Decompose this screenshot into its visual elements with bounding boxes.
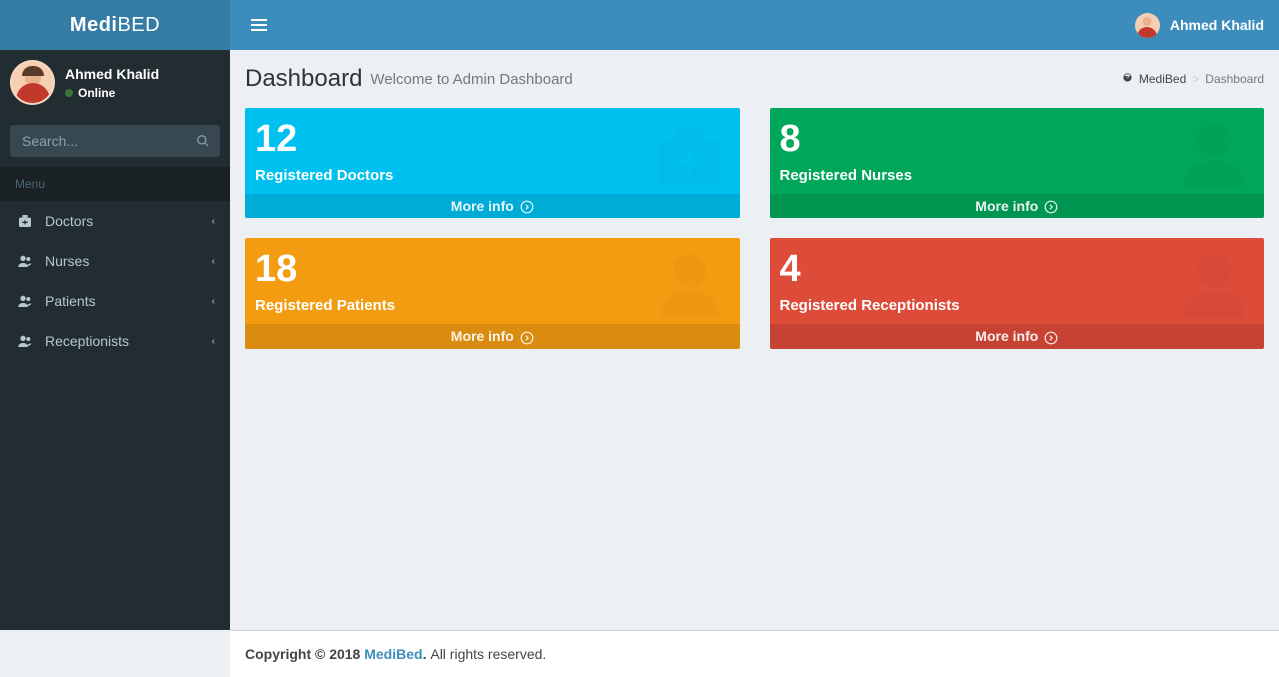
sidebar-nav: Doctors ‹ Nurses ‹ Patients ‹ (0, 201, 230, 361)
breadcrumb-active: Dashboard (1205, 72, 1264, 86)
stat-box-receptionists: 4 Registered Receptionists More info (770, 238, 1265, 348)
main: Ahmed Khalid Dashboard Welcome to Admin … (230, 0, 1279, 630)
person-icon (1174, 114, 1254, 210)
medkit-icon (15, 213, 35, 229)
more-info-text: More info (975, 198, 1038, 214)
user-status-text: Online (78, 86, 115, 100)
arrow-circle-right-icon (1044, 200, 1058, 214)
brand-light: BED (117, 14, 160, 37)
avatar-icon (1135, 13, 1160, 38)
sidebar-item-doctors[interactable]: Doctors ‹ (0, 201, 230, 241)
footer: Copyright © 2018 MediBed. All rights res… (230, 630, 1279, 677)
users-icon (15, 253, 35, 269)
search-icon (196, 134, 210, 148)
content: 12 Registered Doctors More info (230, 93, 1279, 630)
sidebar-item-label: Patients (45, 293, 96, 309)
sidebar-item-patients[interactable]: Patients ‹ (0, 281, 230, 321)
more-info-text: More info (451, 198, 514, 214)
content-header: Dashboard Welcome to Admin Dashboard Med… (230, 50, 1279, 93)
search-form (10, 125, 220, 157)
footer-copyright-prefix: Copyright © 2018 (245, 646, 364, 662)
users-icon (15, 333, 35, 349)
status-dot-icon (65, 89, 73, 97)
more-info-text: More info (975, 328, 1038, 344)
sidebar-item-label: Nurses (45, 253, 89, 269)
arrow-circle-right-icon (1044, 331, 1058, 345)
footer-brand-link[interactable]: MediBed (364, 646, 422, 662)
page-subtitle: Welcome to Admin Dashboard (370, 71, 572, 88)
footer-suffix: All rights reserved. (430, 646, 546, 662)
stat-box-doctors: 12 Registered Doctors More info (245, 108, 740, 218)
chevron-left-icon: ‹ (212, 216, 215, 227)
topbar: Ahmed Khalid (230, 0, 1279, 50)
sidebar-toggle-button[interactable] (245, 13, 273, 37)
chevron-left-icon: ‹ (212, 296, 215, 307)
brand-bold: Medi (70, 14, 118, 37)
stat-box-patients: 18 Registered Patients More info (245, 238, 740, 348)
page-title: Dashboard (245, 65, 362, 93)
person-icon (650, 244, 730, 340)
search-button[interactable] (186, 125, 220, 157)
avatar[interactable] (10, 60, 55, 105)
menu-header: Menu (0, 167, 230, 201)
chevron-left-icon: ‹ (212, 336, 215, 347)
breadcrumb: MediBed > Dashboard (1122, 72, 1264, 86)
user-status: Online (65, 86, 159, 100)
users-icon (15, 293, 35, 309)
topbar-user-name: Ahmed Khalid (1170, 17, 1264, 33)
user-panel: Ahmed Khalid Online (0, 50, 230, 115)
sidebar-item-nurses[interactable]: Nurses ‹ (0, 241, 230, 281)
sidebar-item-label: Receptionists (45, 333, 129, 349)
user-menu[interactable]: Ahmed Khalid (1135, 13, 1264, 38)
sidebar-item-receptionists[interactable]: Receptionists ‹ (0, 321, 230, 361)
brand-logo[interactable]: MediBED (0, 0, 230, 50)
arrow-circle-right-icon (520, 331, 534, 345)
user-name: Ahmed Khalid (65, 66, 159, 82)
more-info-text: More info (451, 328, 514, 344)
arrow-circle-right-icon (520, 200, 534, 214)
breadcrumb-root[interactable]: MediBed (1139, 72, 1186, 86)
breadcrumb-separator: > (1192, 72, 1199, 86)
stat-box-nurses: 8 Registered Nurses More info (770, 108, 1265, 218)
dashboard-icon (1122, 72, 1133, 86)
medkit-icon (650, 114, 730, 210)
sidebar-item-label: Doctors (45, 213, 93, 229)
chevron-left-icon: ‹ (212, 256, 215, 267)
sidebar: MediBED Ahmed Khalid Online Menu (0, 0, 230, 630)
person-icon (1174, 244, 1254, 340)
